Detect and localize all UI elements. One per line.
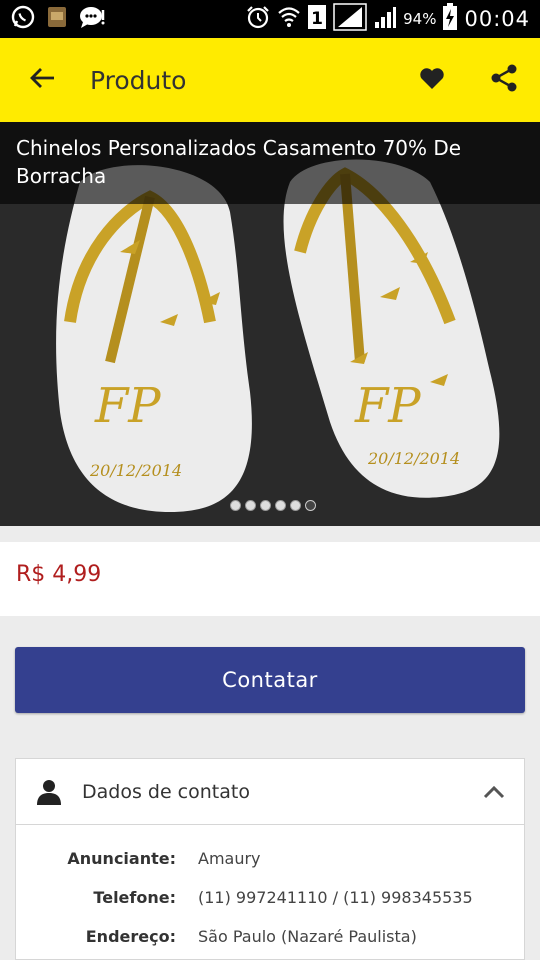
back-button[interactable] xyxy=(0,38,84,122)
contact-header-label: Dados de contato xyxy=(82,780,250,803)
contact-button[interactable]: Contatar xyxy=(15,647,525,713)
heart-icon xyxy=(419,66,445,94)
whatsapp-icon xyxy=(10,4,36,34)
contact-row-advertiser: Anunciante: Amaury xyxy=(16,839,524,878)
alarm-icon xyxy=(245,4,271,34)
carousel-indicator[interactable] xyxy=(230,500,316,511)
right-date: 20/12/2014 xyxy=(367,449,460,468)
share-icon xyxy=(489,63,519,97)
product-title: Chinelos Personalizados Casamento 70% De… xyxy=(0,122,540,204)
page-title: Produto xyxy=(90,65,187,95)
status-bar: 1 94% 00:04 xyxy=(0,0,540,38)
chevron-up-icon[interactable] xyxy=(464,785,524,799)
sim-1-icon: 1 xyxy=(307,4,327,34)
contact-row-address: Endereço: São Paulo (Nazaré Paulista) xyxy=(16,917,524,956)
row-label: Endereço: xyxy=(85,927,176,946)
battery-percent: 94% xyxy=(403,10,437,28)
right-monogram: FP xyxy=(354,378,421,434)
left-monogram: FP xyxy=(94,378,161,434)
share-button[interactable] xyxy=(468,38,540,122)
carousel-dot-active[interactable] xyxy=(305,500,316,511)
person-icon xyxy=(16,779,82,805)
signal-icon xyxy=(373,4,397,34)
app-bar: Produto xyxy=(0,38,540,122)
favorite-button[interactable] xyxy=(396,38,468,122)
row-label: Telefone: xyxy=(93,888,176,907)
row-label: Anunciante: xyxy=(67,849,176,868)
notification-app-icon xyxy=(46,4,68,34)
product-photo[interactable]: FP 20/12/2014 FP 20/12/2014 Chinelos Per… xyxy=(0,122,540,526)
clock: 00:04 xyxy=(464,7,530,31)
carousel-dot[interactable] xyxy=(245,500,256,511)
price-card: R$ 4,99 xyxy=(0,542,540,616)
contact-card: Dados de contato Anunciante: Amaury Tele… xyxy=(15,758,525,960)
contact-row-phone: Telefone: (11) 997241110 / (11) 99834553… xyxy=(16,878,524,917)
carousel-dot[interactable] xyxy=(275,500,286,511)
carousel-dot[interactable] xyxy=(290,500,301,511)
row-value: São Paulo (Nazaré Paulista) xyxy=(198,927,417,946)
contact-rows: Anunciante: Amaury Telefone: (11) 997241… xyxy=(16,825,524,956)
battery-charging-icon xyxy=(442,3,458,35)
wifi-icon xyxy=(277,4,301,34)
signal-icon xyxy=(333,3,367,35)
back-arrow-icon xyxy=(28,64,56,96)
contact-header[interactable]: Dados de contato xyxy=(16,759,524,825)
row-value: Amaury xyxy=(198,849,261,868)
carousel-dot[interactable] xyxy=(230,500,241,511)
left-date: 20/12/2014 xyxy=(89,461,182,480)
carousel-dot[interactable] xyxy=(260,500,271,511)
price: R$ 4,99 xyxy=(16,562,102,587)
row-value[interactable]: (11) 997241110 / (11) 998345535 xyxy=(176,888,473,907)
svg-text:1: 1 xyxy=(311,9,323,29)
chat-icon xyxy=(78,4,108,34)
